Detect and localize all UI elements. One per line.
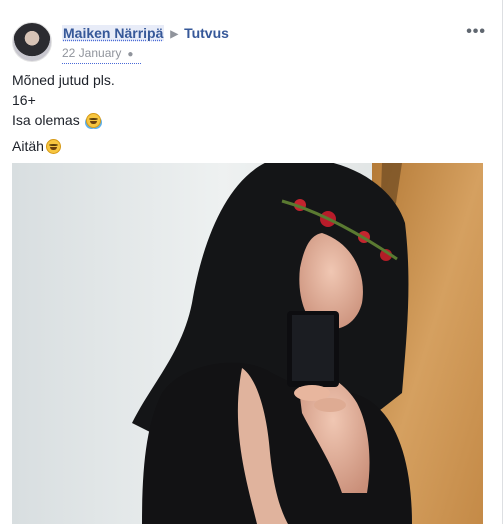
post-photo[interactable] xyxy=(12,163,483,524)
post-line: Isa olemas xyxy=(12,110,490,130)
selfie-photo-image xyxy=(12,163,483,524)
ellipsis-icon[interactable]: ••• xyxy=(466,24,486,40)
post-meta: 22 January ● xyxy=(62,45,142,64)
laughing-tears-emoji-icon xyxy=(85,113,101,128)
post-line: Mõned jutud pls. xyxy=(12,72,115,88)
shared-to-arrow-icon: ▶ xyxy=(170,29,179,40)
post-card: Maiken Närripä ▶ Tutvus 22 January ● ••• Mõ… xyxy=(0,0,503,524)
post-message: Mõned jutud pls. 16+ Isa olemas Aitäh xyxy=(12,70,490,156)
post-line: Aitäh xyxy=(12,136,490,156)
globe-icon[interactable]: ● xyxy=(127,47,133,63)
grinning-emoji-icon xyxy=(45,139,61,154)
avatar[interactable] xyxy=(12,22,52,62)
author-line: Maiken Närripä ▶ Tutvus xyxy=(62,24,229,44)
group-name-link[interactable]: Tutvus xyxy=(184,25,229,41)
post-header: Maiken Närripä ▶ Tutvus 22 January ● ••• xyxy=(12,12,490,64)
author-name-link[interactable]: Maiken Närripä xyxy=(62,25,165,41)
post-timestamp[interactable]: 22 January xyxy=(62,46,121,60)
post-line: 16+ xyxy=(12,92,36,108)
